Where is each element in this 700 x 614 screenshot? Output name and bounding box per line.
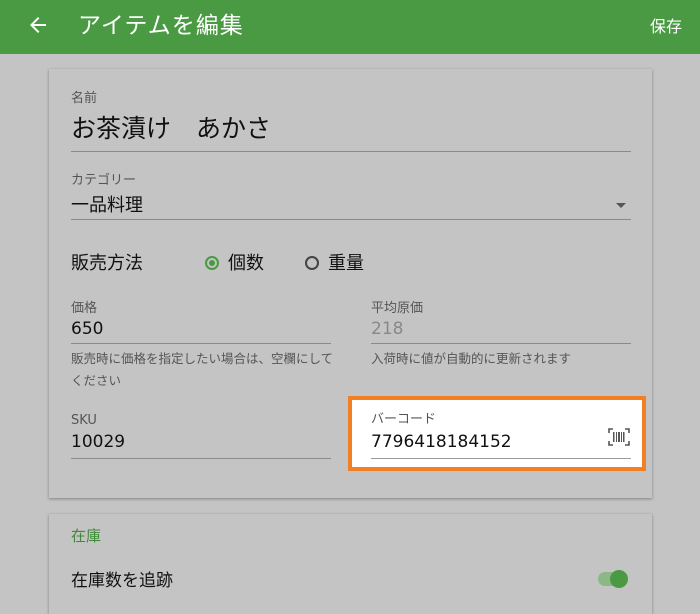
sku-label: SKU — [71, 413, 97, 428]
inventory-card — [49, 514, 652, 614]
barcode-scan-icon[interactable] — [608, 428, 630, 446]
price-underline — [71, 343, 331, 344]
name-label: 名前 — [71, 91, 98, 106]
category-underline — [71, 219, 631, 220]
track-inventory-label: 在庫数を追跡 — [71, 571, 173, 591]
radio-weight[interactable] — [305, 256, 319, 270]
sku-underline — [71, 458, 331, 459]
chevron-down-icon[interactable] — [616, 203, 626, 208]
app-bar: アイテムを編集 保存 — [0, 0, 700, 54]
price-label: 価格 — [71, 301, 98, 316]
sale-method-label: 販売方法 — [71, 253, 143, 274]
radio-weight-label[interactable]: 重量 — [328, 252, 364, 276]
avg-cost-underline — [371, 343, 631, 344]
inventory-section-title: 在庫 — [71, 527, 102, 545]
name-underline — [71, 151, 631, 152]
category-label: カテゴリー — [71, 173, 137, 188]
sku-input[interactable]: 10029 — [71, 431, 125, 453]
barcode-input[interactable]: 7796418184152 — [371, 431, 512, 453]
avg-cost-value: 218 — [371, 319, 404, 339]
price-help-text: 販売時に価格を指定したい場合は、空欄にしてください — [71, 351, 334, 388]
barcode-underline — [371, 458, 631, 459]
avg-cost-help-text: 入荷時に値が自動的に更新されます — [371, 351, 572, 366]
radio-count-selected[interactable] — [205, 256, 219, 270]
arrow-left-icon[interactable] — [26, 13, 50, 37]
page-title: アイテムを編集 — [78, 13, 244, 39]
radio-count-label[interactable]: 個数 — [228, 252, 264, 276]
category-select[interactable]: 一品料理 — [71, 194, 143, 218]
barcode-label: バーコード — [371, 412, 437, 427]
toggle-thumb[interactable] — [610, 570, 628, 588]
price-input[interactable]: 650 — [71, 318, 103, 340]
save-button[interactable]: 保存 — [650, 16, 682, 38]
avg-cost-label: 平均原価 — [371, 301, 424, 316]
name-input[interactable]: お茶漬け あかさ — [71, 112, 271, 146]
